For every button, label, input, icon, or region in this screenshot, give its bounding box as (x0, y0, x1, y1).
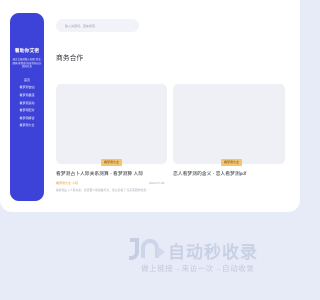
nav-item-4[interactable]: 看梦测配对 (19, 108, 34, 112)
post-tag[interactable]: 看梦测大全 (101, 159, 123, 166)
post-title[interactable]: 恋人看梦测的含义 - 恋人看梦测pdf (173, 170, 246, 177)
post-tag[interactable]: 看梦测大全 (221, 159, 243, 166)
search-box (56, 19, 139, 32)
search-input[interactable] (56, 22, 139, 29)
nav-item-6[interactable]: 看梦测大全 (19, 123, 34, 127)
post-thumbnail[interactable] (173, 84, 285, 164)
watermark-logo-icon (129, 238, 165, 260)
post-title[interactable]: 看梦测占卜人际关系测算 - 看梦测算 人际 (56, 170, 143, 177)
nav-item-1[interactable]: 看梦测吉凶 (19, 85, 34, 89)
site-title[interactable]: 看助你艾密 (15, 47, 40, 54)
post-category[interactable]: 看梦测大全·人际 (56, 181, 78, 185)
watermark-brand: 自动秒收录 (168, 243, 258, 262)
sidebar: 看助你艾密 通过交集感触入知恩,事业,健康,家事庭,财运等各运方面的信息 首页 … (10, 13, 44, 201)
nav-item-2[interactable]: 看梦测星座 (19, 93, 34, 97)
post-excerpt: 看梦测占卜人际关系，您需要人情世故与对，您认识看了‘北东南西你也需...’ (56, 188, 150, 192)
section-title: 商务合作 (56, 55, 84, 62)
watermark: 自动秒收录 做上链接→来访一次→自动收录 (127, 237, 277, 275)
nav-item-3[interactable]: 看梦测运动 (19, 101, 34, 105)
nav-item-home[interactable]: 首页 (24, 78, 30, 82)
sidebar-nav: 首页 看梦测吉凶 看梦测星座 看梦测运动 看梦测配对 看梦测解读 看梦测大全 (19, 78, 34, 128)
post-date: 2022-07-09 (149, 181, 165, 185)
watermark-subtitle: 做上链接→来访一次→自动收录 (141, 264, 255, 273)
main-card: 看助你艾密 通过交集感触入知恩,事业,健康,家事庭,财运等各运方面的信息 首页 … (0, 0, 300, 212)
site-description: 通过交集感触入知恩,事业,健康,家事庭,财运等各运方面的信息 (12, 58, 42, 69)
nav-item-5[interactable]: 看梦测解读 (19, 116, 34, 120)
post-thumbnail[interactable] (56, 84, 167, 164)
